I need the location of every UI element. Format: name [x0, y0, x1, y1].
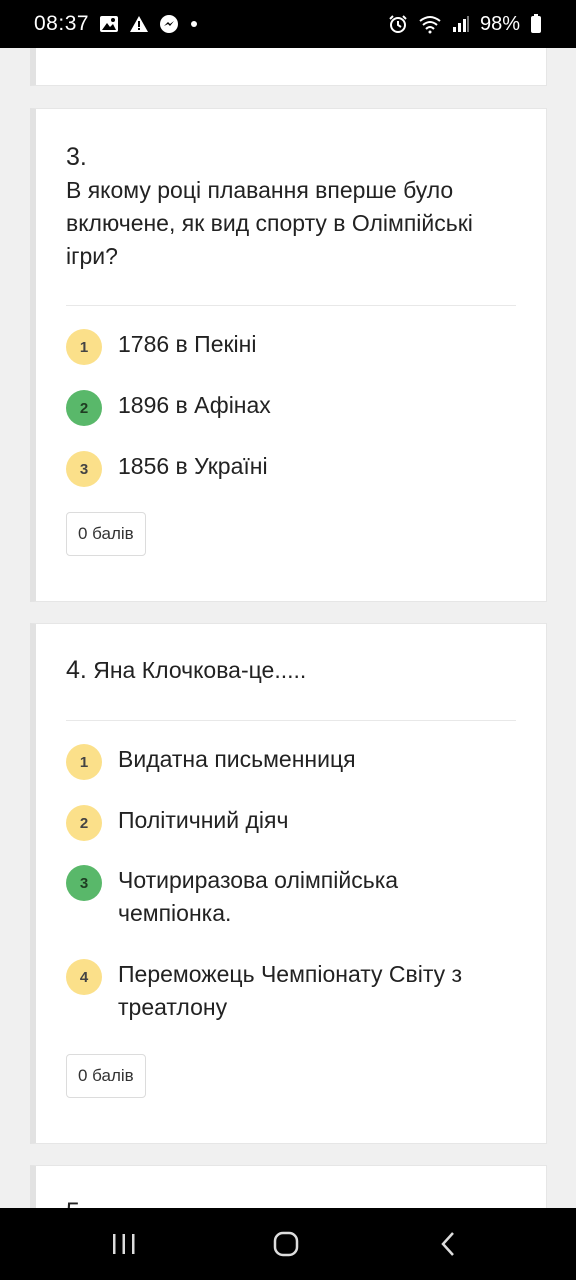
home-icon[interactable] [246, 1208, 326, 1280]
question-card-3: 3. В якому році плавання вперше було вкл… [30, 108, 547, 602]
answer-option-correct: 2 1896 в Афінах [66, 390, 516, 426]
answer-option-correct: 3 Чотириразова олімпійська чемпіонка. [66, 865, 516, 930]
status-left: 08:37 [34, 12, 199, 36]
status-right: 98% [388, 13, 542, 36]
dot-icon [189, 19, 199, 29]
answer-text: Переможець Чемпіонату Світу з треатлону [118, 961, 463, 1020]
answer-option: 3 1856 в Україні [66, 451, 516, 487]
answer-index-badge: 3 [66, 865, 102, 901]
answer-index-badge: 2 [66, 805, 102, 841]
answer-text: Чотириразова олімпійська чемпіонка. [118, 867, 399, 926]
messenger-icon [159, 14, 179, 34]
status-bar: 08:37 98% [0, 0, 576, 48]
divider [66, 305, 516, 306]
question-card-5: 5 [30, 1165, 547, 1208]
status-time: 08:37 [34, 12, 90, 35]
question-text: Яна Клочкова-це..... [93, 657, 307, 683]
question-text: В якому році плавання вперше було включе… [66, 177, 473, 269]
answer-option: 1 Видатна письменниця [66, 744, 516, 780]
answer-index-badge: 1 [66, 329, 102, 365]
quiz-content[interactable]: 3. В якому році плавання вперше було вкл… [0, 48, 576, 1208]
warning-icon [129, 15, 149, 33]
answer-option: 2 Політичний діяч [66, 805, 516, 841]
divider [66, 720, 516, 721]
wifi-icon [418, 14, 442, 34]
gallery-icon [99, 15, 119, 33]
score-button[interactable]: 0 балів [66, 1054, 146, 1098]
question-heading: 4. Яна Клочкова-це..... [66, 654, 518, 687]
recent-apps-icon[interactable] [84, 1208, 164, 1280]
answer-index-badge: 1 [66, 744, 102, 780]
alarm-icon [388, 14, 408, 34]
answer-text: Видатна письменниця [118, 746, 356, 772]
navigation-bar [0, 1208, 576, 1280]
answer-option: 1 1786 в Пекіні [66, 329, 516, 365]
answer-index-badge: 3 [66, 451, 102, 487]
answer-index-badge: 2 [66, 390, 102, 426]
battery-icon [530, 14, 542, 34]
question-card-4: 4. Яна Клочкова-це..... 1 Видатна письме… [30, 623, 547, 1144]
battery-percent: 98% [479, 12, 520, 35]
back-icon[interactable] [408, 1208, 488, 1280]
answer-option: 4 Переможець Чемпіонату Світу з треатлон… [66, 959, 516, 1024]
answer-text: 1896 в Афінах [118, 392, 271, 418]
answer-text: Політичний діяч [118, 807, 289, 833]
signal-icon [452, 15, 470, 33]
answer-text: 1786 в Пекіні [118, 331, 257, 357]
question-card-previous [30, 48, 547, 86]
question-number: 3. [66, 143, 87, 171]
answer-index-badge: 4 [66, 959, 102, 995]
question-number: 5 [66, 1198, 80, 1208]
question-number: 4. [66, 656, 87, 684]
score-button[interactable]: 0 балів [66, 512, 146, 556]
question-heading: 3. В якому році плавання вперше було вкл… [66, 141, 518, 273]
answer-text: 1856 в Україні [118, 453, 268, 479]
